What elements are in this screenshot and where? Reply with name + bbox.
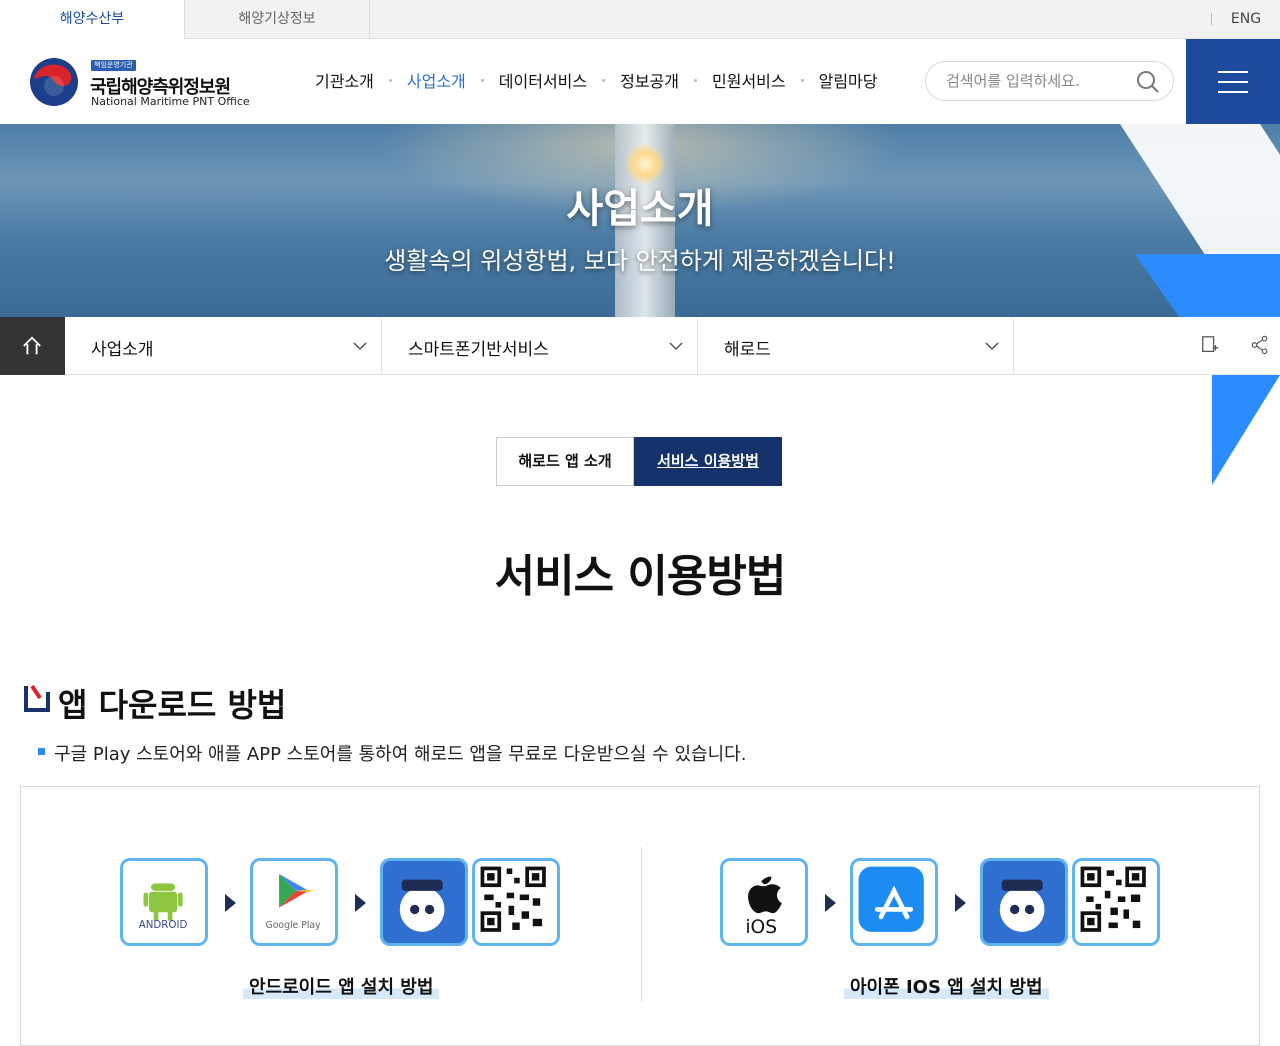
hamburger-icon [1218, 71, 1248, 73]
haerod-mascot-icon [380, 858, 468, 946]
hamburger-icon [1218, 81, 1248, 83]
search-box [925, 61, 1174, 101]
divider [641, 847, 642, 1002]
search-input[interactable] [946, 71, 1126, 91]
nav-item-civil[interactable]: 민원서비스 [697, 68, 801, 92]
print-icon[interactable] [1200, 335, 1220, 355]
deco-stripe [1212, 375, 1280, 485]
svg-text:Google Play: Google Play [265, 920, 321, 931]
main-nav: 기관소개 사업소개 데이터서비스 정보공개 민원서비스 알림마당 [300, 67, 893, 93]
nav-item-info[interactable]: 정보공개 [605, 68, 694, 92]
location-dropdown-1[interactable]: 사업소개 [65, 317, 382, 375]
location-bar: 사업소개 스마트폰기반서비스 해로드 [0, 317, 1280, 375]
content-tabs: 해로드 앱 소개 서비스 이용방법 [496, 437, 782, 486]
arrow-right-icon [825, 894, 836, 912]
chevron-down-icon [353, 342, 367, 351]
ios-caption: 아이폰 IOS 앱 설치 방법 [844, 973, 1049, 999]
hero-subtitle: 생활속의 위성항법, 보다 안전하게 제공하겠습니다! [384, 247, 896, 275]
tab-how-to-use[interactable]: 서비스 이용방법 [634, 437, 782, 486]
tab-app-intro[interactable]: 해로드 앱 소개 [496, 437, 634, 486]
all-menu-button[interactable] [1186, 39, 1280, 124]
nav-item-about[interactable]: 기관소개 [300, 68, 389, 92]
nav-item-data[interactable]: 데이터서비스 [484, 68, 602, 92]
brand-name-en: National Maritime PNT Office [91, 95, 250, 108]
download-box: ANDROID Google Play 안드로이드 앱 설치 방법 iOS 아이… [20, 786, 1260, 1046]
android-caption: 안드로이드 앱 설치 방법 [243, 973, 440, 999]
hero-title: 사업소개 [566, 186, 714, 232]
home-icon [23, 336, 41, 355]
divider [1211, 13, 1212, 25]
utility-bar: 해양수산부 해양기상정보 ENG [0, 0, 1280, 40]
ios-qr-code[interactable] [1072, 858, 1160, 946]
section-marker-icon [24, 684, 50, 712]
hamburger-icon [1218, 91, 1248, 93]
tab-mof[interactable]: 해양수산부 [0, 0, 185, 40]
share-icon[interactable] [1250, 335, 1270, 355]
location-label-3: 해로드 [724, 340, 771, 360]
haerod-mascot-icon [980, 858, 1068, 946]
nav-item-notice[interactable]: 알림마당 [804, 68, 893, 92]
android-qr-code[interactable] [472, 858, 560, 946]
home-button[interactable] [0, 317, 65, 375]
search-icon[interactable] [1136, 70, 1160, 94]
google-play-icon: Google Play [250, 858, 338, 946]
taegeuk-logo-icon[interactable] [28, 56, 80, 108]
arrow-right-icon [225, 894, 236, 912]
brand-badge: 책임운영기관 [91, 60, 136, 71]
location-label-1: 사업소개 [91, 340, 154, 360]
arrow-right-icon [355, 894, 366, 912]
hero-banner: 사업소개 생활속의 위성항법, 보다 안전하게 제공하겠습니다! [0, 124, 1280, 317]
section-bullet: 구글 Play 스토어와 애플 APP 스토어를 통하여 해로드 앱을 무료로 … [38, 740, 746, 766]
site-header: 책임운영기관 국립해양측위정보원 National Maritime PNT O… [0, 39, 1280, 124]
apple-ios-icon: iOS [720, 858, 808, 946]
svg-text:ANDROID: ANDROID [139, 919, 188, 931]
lang-eng-link[interactable]: ENG [1222, 0, 1270, 39]
location-dropdown-2[interactable]: 스마트폰기반서비스 [382, 317, 698, 375]
app-store-icon [850, 858, 938, 946]
chevron-down-icon [669, 342, 683, 351]
location-dropdown-3[interactable]: 해로드 [698, 317, 1014, 375]
nav-item-business[interactable]: 사업소개 [392, 68, 481, 92]
section-title: 앱 다운로드 방법 [58, 686, 287, 724]
svg-text:iOS: iOS [745, 917, 777, 938]
android-icon: ANDROID [120, 858, 208, 946]
chevron-down-icon [985, 342, 999, 351]
location-label-2: 스마트폰기반서비스 [408, 340, 549, 360]
page-title: 서비스 이용방법 [494, 551, 787, 602]
arrow-right-icon [955, 894, 966, 912]
tab-weather[interactable]: 해양기상정보 [185, 0, 370, 39]
